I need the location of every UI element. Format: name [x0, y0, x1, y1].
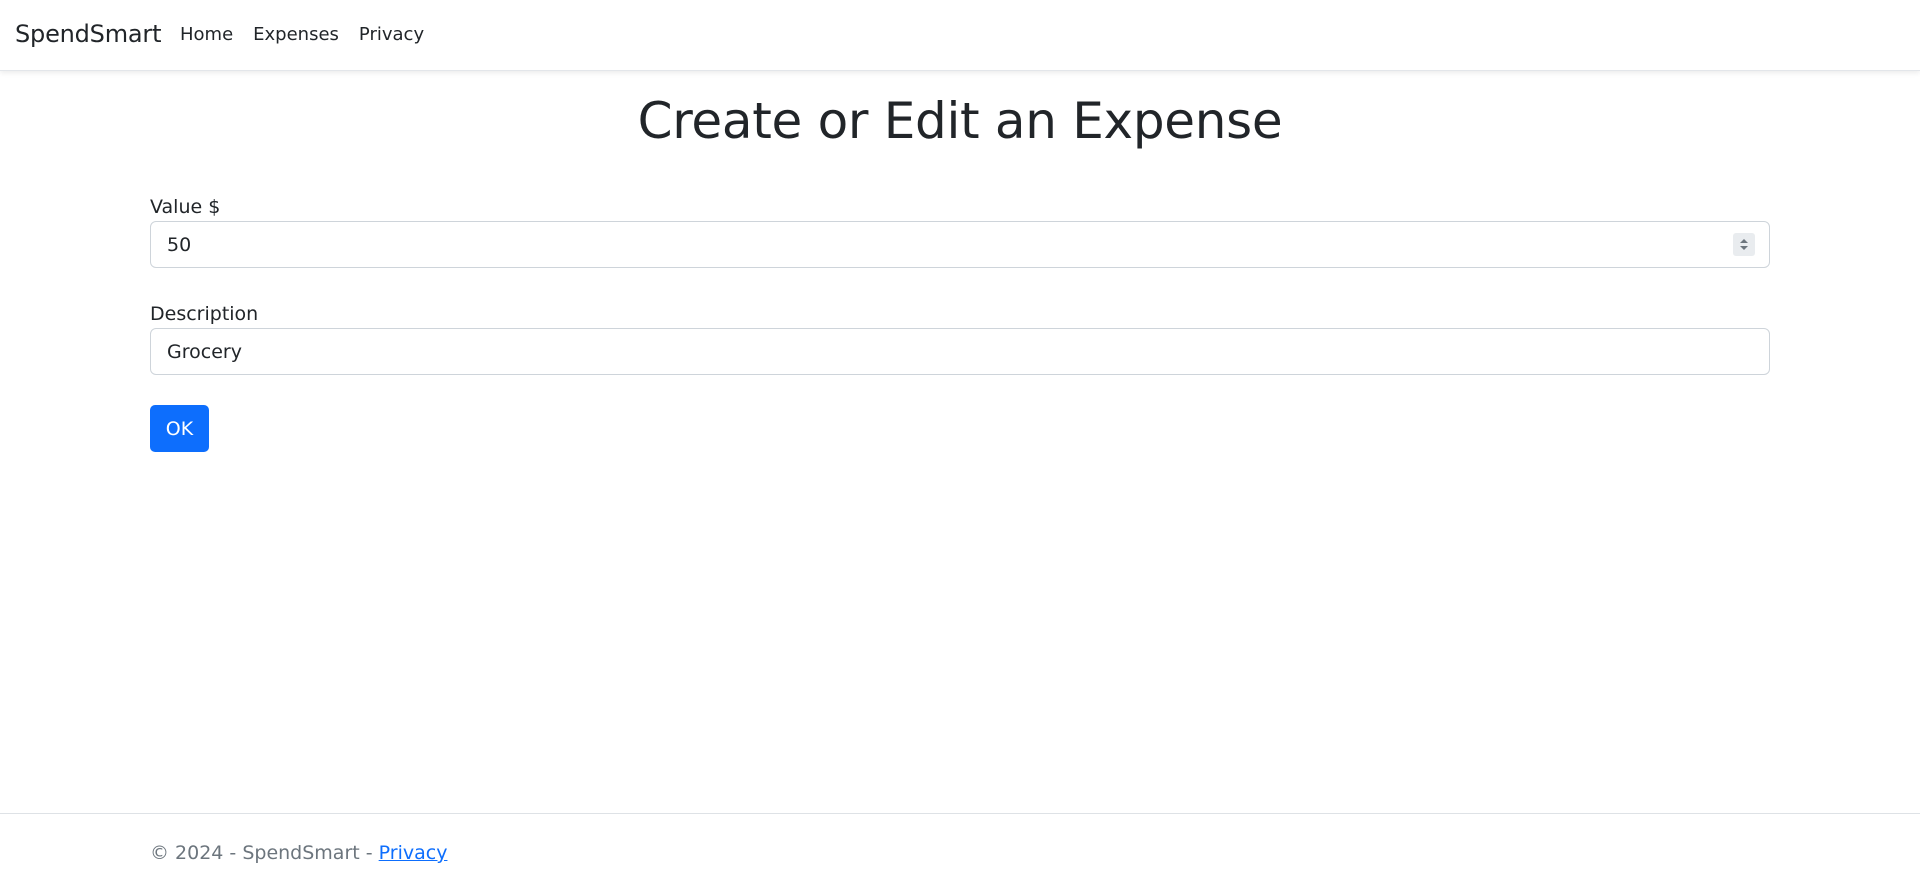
- description-input[interactable]: [150, 328, 1770, 375]
- page-title: Create or Edit an Expense: [637, 92, 1283, 150]
- description-input-wrap: [150, 328, 1770, 375]
- footer-privacy-link[interactable]: Privacy: [379, 842, 448, 864]
- navbar: SpendSmart Home Expenses Privacy: [0, 0, 1920, 71]
- value-label: Value $: [150, 196, 221, 218]
- spin-up-icon[interactable]: [1740, 239, 1748, 243]
- value-input-wrap: [150, 221, 1770, 268]
- description-label: Description: [150, 303, 259, 325]
- number-spinner[interactable]: [1733, 233, 1755, 256]
- ok-button[interactable]: OK: [150, 405, 209, 452]
- footer: © 2024 - SpendSmart - Privacy: [0, 813, 1920, 888]
- nav-link-expenses[interactable]: Expenses: [253, 24, 339, 45]
- nav-links: Home Expenses Privacy: [180, 24, 444, 45]
- footer-text: © 2024 - SpendSmart - Privacy: [150, 842, 447, 864]
- brand-logo-link[interactable]: SpendSmart: [15, 20, 161, 48]
- nav-link-home[interactable]: Home: [180, 24, 233, 45]
- description-form-group: Description: [150, 303, 1770, 375]
- nav-link-privacy[interactable]: Privacy: [359, 24, 424, 45]
- value-form-group: Value $: [150, 196, 1770, 268]
- spin-down-icon[interactable]: [1740, 246, 1748, 250]
- footer-copyright: © 2024 - SpendSmart -: [150, 842, 379, 864]
- value-input[interactable]: [150, 221, 1770, 268]
